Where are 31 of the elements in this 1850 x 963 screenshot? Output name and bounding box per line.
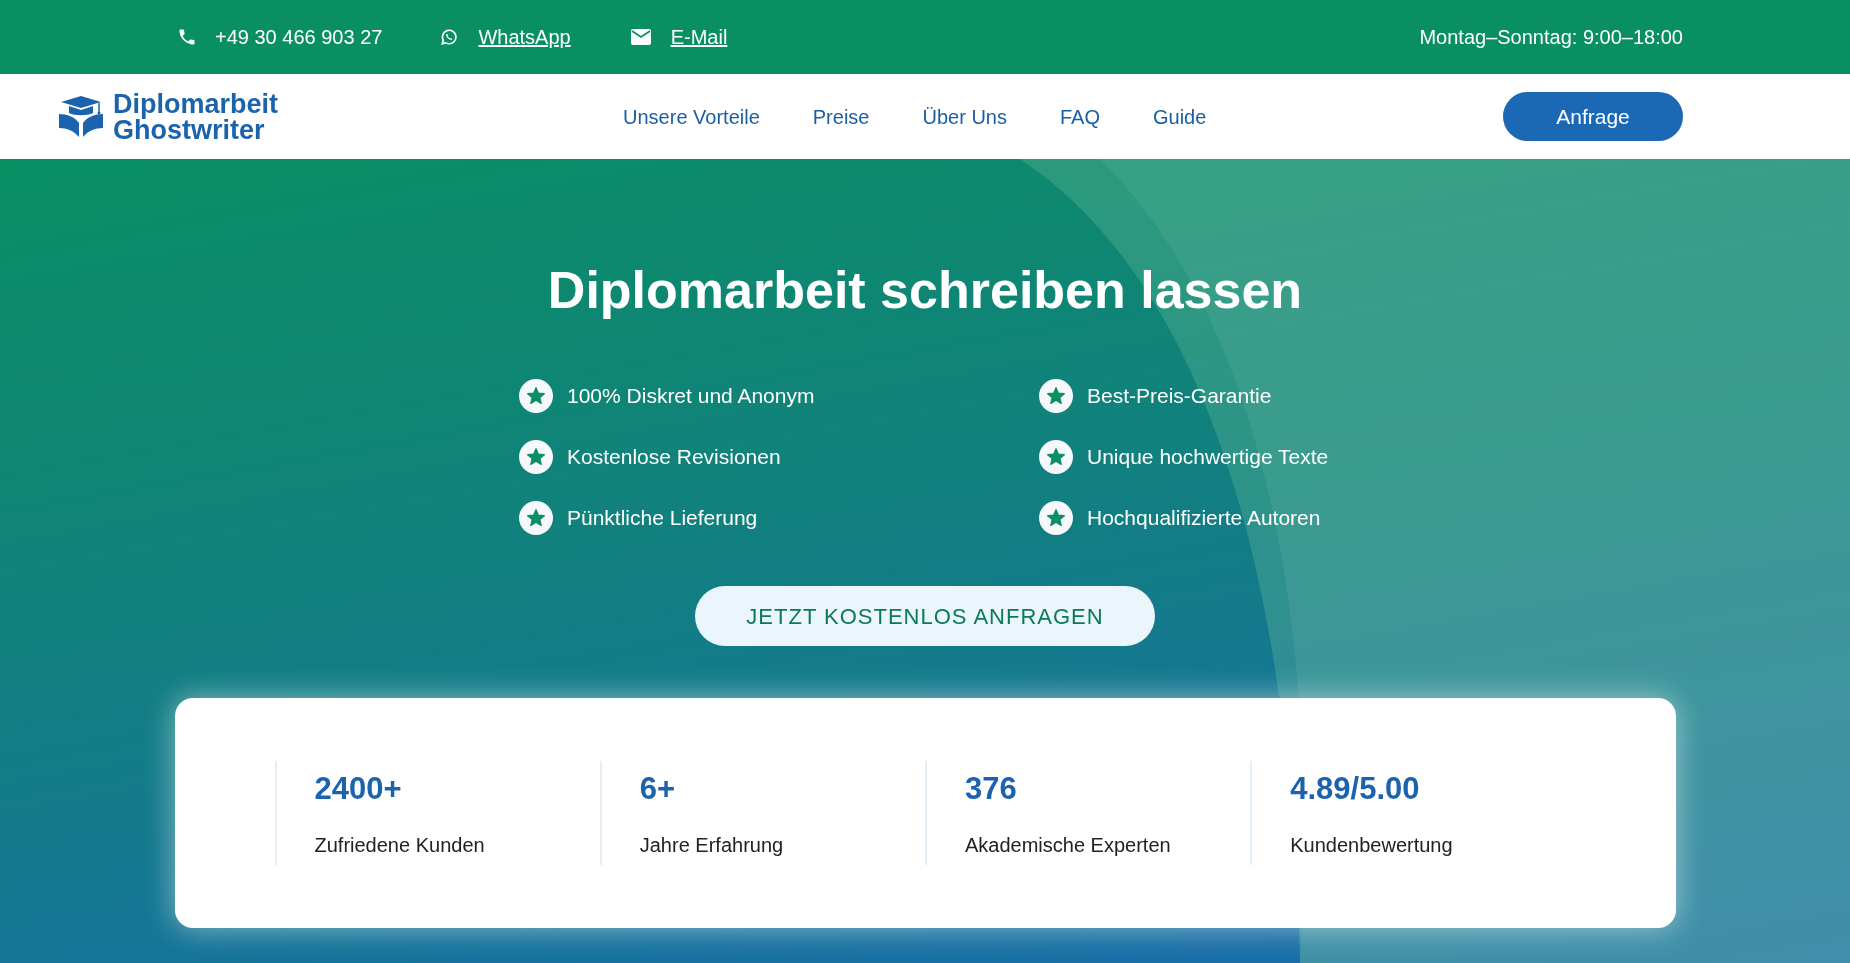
cta-button[interactable]: JETZT KOSTENLOS ANFRAGEN <box>695 586 1155 646</box>
stat-label: Zufriedene Kunden <box>314 833 486 859</box>
logo-text[interactable]: Diplomarbeit <box>113 90 279 117</box>
logo-icon[interactable] <box>57 93 105 140</box>
chat-bubble-icon <box>440 28 459 46</box>
envelope-icon <box>630 29 651 45</box>
feature-text: 100% Diskret und Anonym <box>567 383 815 410</box>
hero-title: Diplomarbeit schreiben lassen <box>547 260 1303 321</box>
stat-label: Kundenbewertung <box>1290 833 1454 859</box>
feature-text: Pünktliche Lieferung <box>567 505 758 532</box>
nav-link[interactable]: Unsere Vorteile <box>623 101 760 132</box>
phone-number[interactable]: +49 30 466 903 27 <box>215 22 383 52</box>
stat-label: Akademische Experten <box>965 833 1172 859</box>
whatsapp-link[interactable]: WhatsApp <box>478 22 571 52</box>
opening-hours: Montag–Sonntag: 9:00–18:00 <box>1419 25 1683 50</box>
nav-link[interactable]: FAQ <box>1059 101 1100 132</box>
stat-value: 6+ <box>639 769 677 808</box>
feature-text: Hochqualifizierte Autoren <box>1087 505 1321 532</box>
inquiry-button[interactable]: Anfrage <box>1503 92 1683 141</box>
feature-text: Unique hochwertige Texte <box>1087 444 1329 471</box>
stat-value: 2400+ <box>314 769 403 808</box>
stat-value: 376 <box>965 769 1018 808</box>
nav-link[interactable]: Guide <box>1153 101 1207 132</box>
nav-link[interactable]: Über Uns <box>922 101 1007 132</box>
feature-text: Kostenlose Revisionen <box>567 444 781 471</box>
stat-value: 4.89/5.00 <box>1290 769 1421 808</box>
feature-text: Best-Preis-Garantie <box>1087 383 1272 410</box>
email-link[interactable]: E-Mail <box>670 22 728 52</box>
phone-icon <box>177 27 197 47</box>
nav-link[interactable]: Preise <box>812 101 870 132</box>
stat-label: Jahre Erfahrung <box>639 833 785 859</box>
